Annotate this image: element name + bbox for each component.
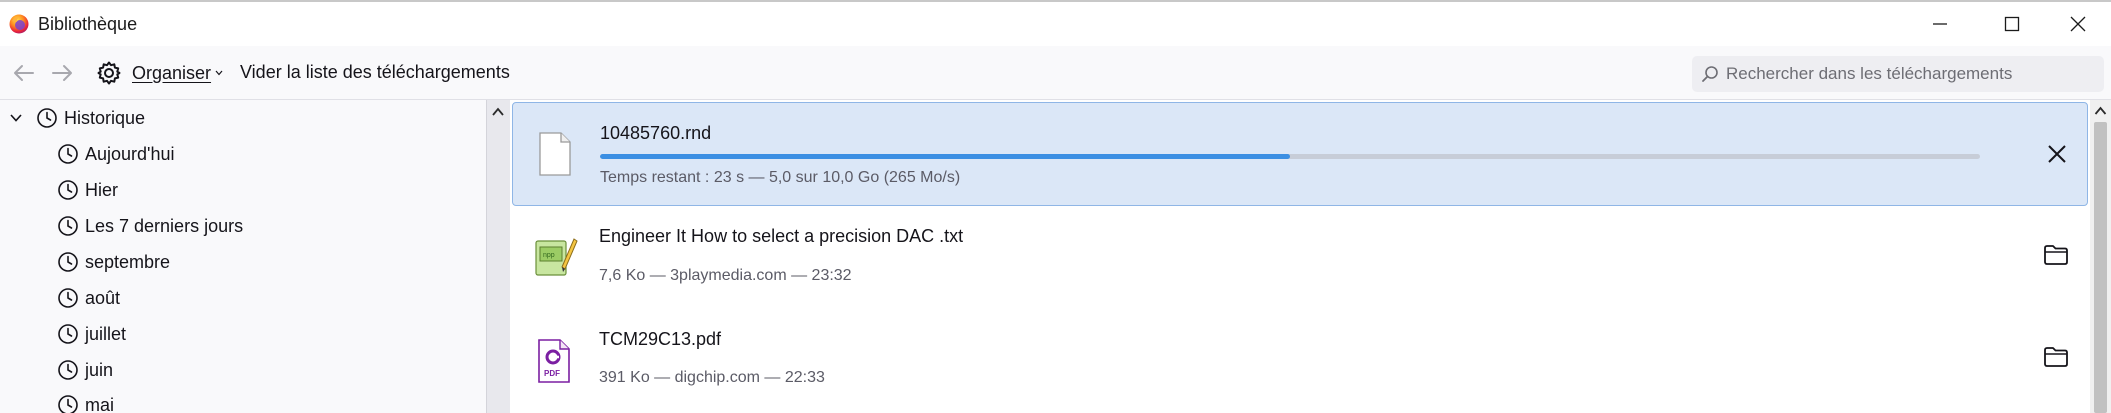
folder-icon: [2043, 244, 2069, 266]
svg-text:npp: npp: [543, 252, 555, 259]
downloads-list: 10485760.rnd Temps restant : 23 s — 5,0 …: [510, 100, 2090, 413]
show-in-folder-button[interactable]: [2038, 237, 2074, 273]
tree-item-yesterday[interactable]: Hier: [57, 175, 118, 205]
search-icon: [1700, 64, 1720, 84]
tree-item-label: septembre: [85, 252, 170, 273]
download-status: Temps restant : 23 s — 5,0 sur 10,0 Go (…: [600, 169, 960, 187]
tree-item-july[interactable]: juillet: [57, 319, 126, 349]
tree-item-label: Historique: [64, 108, 145, 129]
clear-downloads-button[interactable]: Vider la liste des téléchargements: [240, 62, 510, 83]
scroll-up-arrow-icon[interactable]: [2094, 106, 2107, 116]
minimize-button[interactable]: [1904, 2, 1976, 46]
download-status: 7,6 Ko — 3playmedia.com — 23:32: [599, 267, 852, 285]
tree-item-label: juin: [85, 360, 113, 381]
back-arrow-icon[interactable]: [10, 60, 38, 86]
download-item[interactable]: 10485760.rnd Temps restant : 23 s — 5,0 …: [512, 102, 2088, 206]
svg-text:PDF: PDF: [544, 369, 560, 378]
clock-icon: [57, 359, 79, 381]
download-item[interactable]: npp Engineer It How to select a precisio…: [512, 207, 2088, 311]
clock-icon: [57, 287, 79, 309]
tree-item-last-7-days[interactable]: Les 7 derniers jours: [57, 211, 243, 241]
clock-icon: [57, 251, 79, 273]
tree-item-august[interactable]: août: [57, 283, 120, 313]
tree-item-september[interactable]: septembre: [57, 247, 170, 277]
tree-item-label: Aujourd'hui: [85, 144, 175, 165]
download-status: 391 Ko — digchip.com — 22:33: [599, 369, 825, 387]
firefox-logo-icon: [9, 14, 29, 34]
tree-item-today[interactable]: Aujourd'hui: [57, 139, 175, 169]
window-title: Bibliothèque: [38, 14, 137, 35]
tree-item-label: Hier: [85, 180, 118, 201]
download-progress-fill: [600, 154, 1290, 159]
scrollbar-thumb[interactable]: [2094, 122, 2107, 413]
notepad-file-icon: npp: [532, 233, 578, 279]
tree-item-label: Les 7 derniers jours: [85, 216, 243, 237]
chevron-down-icon[interactable]: [8, 110, 24, 126]
title-bar: Bibliothèque: [0, 2, 2111, 46]
maximize-icon: [2002, 14, 2022, 34]
maximize-button[interactable]: [1976, 2, 2048, 46]
close-window-button[interactable]: [2042, 2, 2111, 46]
tree-item-label: juillet: [85, 324, 126, 345]
gear-icon: [96, 60, 122, 86]
scroll-up-arrow-icon[interactable]: [491, 106, 505, 118]
pdf-file-icon: PDF: [536, 338, 572, 384]
download-filename: TCM29C13.pdf: [599, 329, 721, 350]
clock-icon: [57, 215, 79, 237]
clock-icon: [57, 143, 79, 165]
tree-item-label: mai: [85, 395, 114, 413]
search-box[interactable]: [1692, 56, 2104, 92]
close-icon: [2068, 14, 2088, 34]
clock-icon: [57, 394, 79, 413]
search-input[interactable]: [1726, 64, 2086, 84]
download-item[interactable]: PDF TCM29C13.pdf 391 Ko — digchip.com — …: [512, 311, 2088, 413]
tree-item-may[interactable]: mai: [57, 390, 114, 413]
download-filename: 10485760.rnd: [600, 123, 711, 144]
clock-icon: [57, 323, 79, 345]
organize-label: Organiser: [132, 63, 211, 84]
show-in-folder-button[interactable]: [2038, 339, 2074, 375]
generic-file-icon: [537, 131, 573, 177]
forward-arrow-icon[interactable]: [48, 60, 76, 86]
chevron-down-icon: [215, 70, 223, 76]
toolbar: Organiser Vider la liste des téléchargem…: [0, 46, 2111, 100]
downloads-scrollbar[interactable]: [2090, 100, 2111, 413]
history-sidebar: Historique Aujourd'hui Hier Les 7 dernie…: [0, 100, 486, 413]
tree-item-june[interactable]: juin: [57, 355, 113, 385]
folder-icon: [2043, 346, 2069, 368]
download-progress-bar: [600, 154, 1980, 159]
download-filename: Engineer It How to select a precision DA…: [599, 226, 963, 247]
tree-item-history[interactable]: Historique: [8, 103, 145, 133]
minimize-icon: [1930, 14, 1950, 34]
clock-icon: [57, 179, 79, 201]
cancel-download-button[interactable]: [2039, 136, 2075, 172]
clock-icon: [36, 107, 58, 129]
tree-item-label: août: [85, 288, 120, 309]
cancel-icon: [2046, 143, 2068, 165]
sidebar-scrollbar[interactable]: [486, 100, 510, 413]
library-window: Bibliothèque Organiser: [0, 0, 2111, 411]
organize-menu-button[interactable]: Organiser: [96, 58, 223, 88]
